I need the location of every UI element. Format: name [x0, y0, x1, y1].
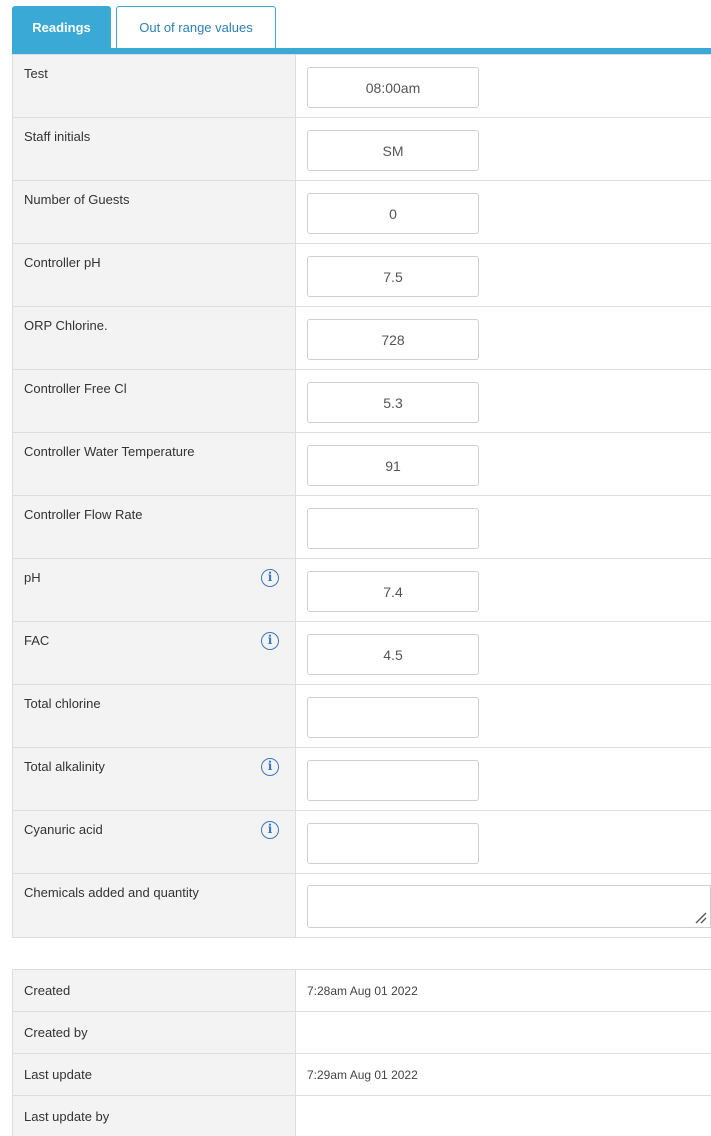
orp-chlorine-input[interactable] — [307, 319, 479, 360]
reading-label-staff-initials: Staff initials — [24, 129, 91, 144]
reading-label-fac: FAC — [24, 633, 50, 648]
reading-row-orp-chlorine: ORP Chlorine. — [12, 307, 711, 370]
number-of-guests-input[interactable] — [307, 193, 479, 234]
tab-out-of-range-values[interactable]: Out of range values — [116, 6, 276, 48]
last-update-label: Last update — [24, 1067, 92, 1082]
reading-label-controller-ph: Controller pH — [24, 255, 101, 270]
reading-label-controller-flow-rate: Controller Flow Rate — [24, 507, 143, 522]
last-update-by-row: Last update by — [12, 1096, 711, 1136]
reading-label-cell: Total chlorine — [12, 685, 296, 747]
reading-row-fac: FAC i — [12, 622, 711, 685]
reading-label-cell: Controller Free Cl — [12, 370, 296, 432]
last-update-row: Last update 7:29am Aug 01 2022 — [12, 1054, 711, 1096]
reading-row-controller-water-temperature: Controller Water Temperature — [12, 433, 711, 496]
reading-row-controller-ph: Controller pH — [12, 244, 711, 307]
info-icon[interactable]: i — [261, 821, 279, 839]
reading-row-controller-free-cl: Controller Free Cl — [12, 370, 711, 433]
test-input[interactable] — [307, 67, 479, 108]
reading-label-cell: pH i — [12, 559, 296, 621]
total-alkalinity-input[interactable] — [307, 760, 479, 801]
resize-handle-icon[interactable] — [695, 912, 707, 924]
tab-readings[interactable]: Readings — [12, 6, 111, 48]
created-by-row: Created by — [12, 1012, 711, 1054]
info-icon[interactable]: i — [261, 632, 279, 650]
reading-label-cell: Controller pH — [12, 244, 296, 306]
info-icon[interactable]: i — [261, 569, 279, 587]
reading-row-ph: pH i — [12, 559, 711, 622]
reading-row-test: Test — [12, 55, 711, 118]
reading-label-total-chlorine: Total chlorine — [24, 696, 101, 711]
total-chlorine-input[interactable] — [307, 697, 479, 738]
chemicals-label: Chemicals added and quantity — [24, 885, 199, 900]
cyanuric-acid-input[interactable] — [307, 823, 479, 864]
fac-input[interactable] — [307, 634, 479, 675]
controller-water-temperature-input[interactable] — [307, 445, 479, 486]
readings-form: Test Staff initials Number of Guests Contro… — [12, 54, 711, 938]
last-update-by-label: Last update by — [24, 1109, 110, 1124]
last-update-label-cell: Last update — [12, 1054, 296, 1095]
reading-label-cell: Test — [12, 55, 296, 117]
reading-row-total-chlorine: Total chlorine — [12, 685, 711, 748]
reading-label-ph: pH — [24, 570, 41, 585]
reading-label-cell: Cyanuric acid i — [12, 811, 296, 873]
reading-label-cell: Staff initials — [12, 118, 296, 180]
reading-row-number-of-guests: Number of Guests — [12, 181, 711, 244]
reading-row-controller-flow-rate: Controller Flow Rate — [12, 496, 711, 559]
reading-row-staff-initials: Staff initials — [12, 118, 711, 181]
staff-initials-input[interactable] — [307, 130, 479, 171]
created-label-cell: Created — [12, 970, 296, 1011]
reading-label-cell: Number of Guests — [12, 181, 296, 243]
chemicals-row: Chemicals added and quantity — [12, 874, 711, 938]
reading-label-controller-water-temperature: Controller Water Temperature — [24, 444, 195, 459]
reading-row-total-alkalinity: Total alkalinity i — [12, 748, 711, 811]
reading-label-cell: FAC i — [12, 622, 296, 684]
tab-bar: Readings Out of range values — [12, 6, 711, 54]
reading-label-controller-free-cl: Controller Free Cl — [24, 381, 127, 396]
last-update-value: 7:29am Aug 01 2022 — [307, 1068, 418, 1082]
reading-row-cyanuric-acid: Cyanuric acid i — [12, 811, 711, 874]
reading-label-test: Test — [24, 66, 48, 81]
created-by-label-cell: Created by — [12, 1012, 296, 1053]
reading-label-cell: Controller Flow Rate — [12, 496, 296, 558]
reading-label-cell: ORP Chlorine. — [12, 307, 296, 369]
reading-label-cell: Controller Water Temperature — [12, 433, 296, 495]
record-meta-table: Created 7:28am Aug 01 2022 Created by La… — [12, 969, 711, 1136]
created-by-label: Created by — [24, 1025, 88, 1040]
reading-label-orp-chlorine: ORP Chlorine. — [24, 318, 108, 333]
controller-free-cl-input[interactable] — [307, 382, 479, 423]
controller-flow-rate-input[interactable] — [307, 508, 479, 549]
chemicals-label-cell: Chemicals added and quantity — [12, 874, 296, 937]
controller-ph-input[interactable] — [307, 256, 479, 297]
chemicals-textarea[interactable] — [307, 885, 711, 928]
created-value: 7:28am Aug 01 2022 — [307, 984, 418, 998]
reading-label-number-of-guests: Number of Guests — [24, 192, 130, 207]
ph-input[interactable] — [307, 571, 479, 612]
reading-label-cyanuric-acid: Cyanuric acid — [24, 822, 103, 837]
info-icon[interactable]: i — [261, 758, 279, 776]
reading-label-total-alkalinity: Total alkalinity — [24, 759, 105, 774]
created-row: Created 7:28am Aug 01 2022 — [12, 970, 711, 1012]
last-update-by-label-cell: Last update by — [12, 1096, 296, 1136]
reading-label-cell: Total alkalinity i — [12, 748, 296, 810]
created-label: Created — [24, 983, 71, 998]
